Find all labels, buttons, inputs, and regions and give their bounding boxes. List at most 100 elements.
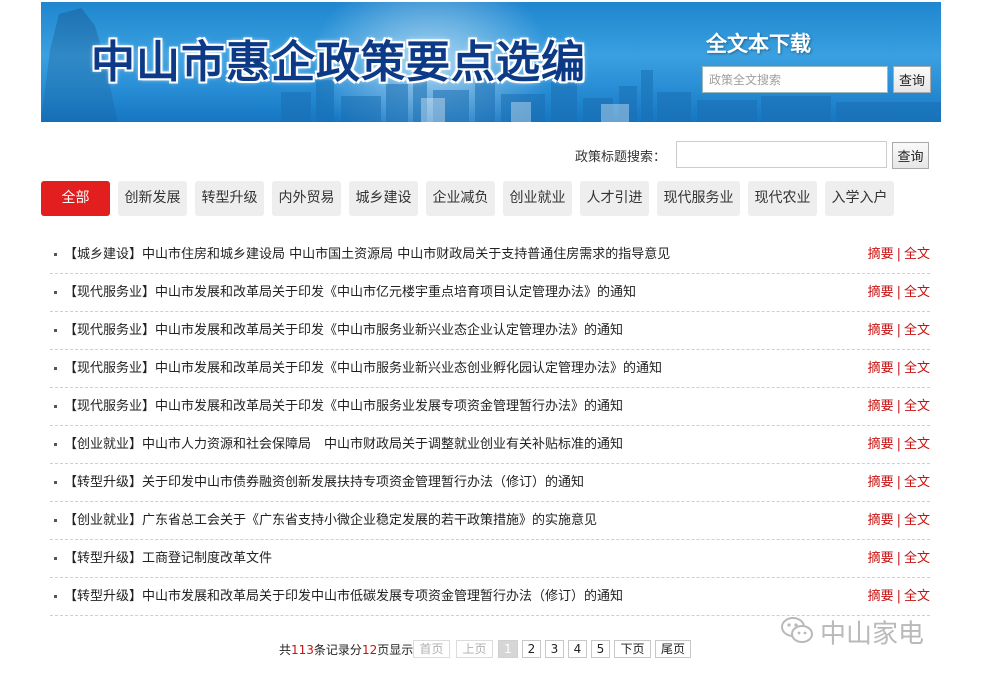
summary-link[interactable]: 摘要: [868, 247, 894, 262]
policy-title-link[interactable]: 【城乡建设】中山市住房和城乡建设局 中山市国土资源局 中山市财政局关于支持普通住…: [64, 236, 670, 274]
page-1-button[interactable]: 1: [498, 640, 518, 658]
list-item: 【转型升级】工商登记制度改革文件 摘要 | 全文: [50, 540, 930, 578]
link-separator: |: [896, 513, 901, 528]
fulltext-link[interactable]: 全文: [904, 399, 930, 414]
summary-link[interactable]: 摘要: [868, 399, 894, 414]
list-item: 【转型升级】中山市发展和改革局关于印发中山市低碳发展专项资金管理暂行办法（修订）…: [50, 578, 930, 616]
summary-link[interactable]: 摘要: [868, 361, 894, 376]
tab-all[interactable]: 全部: [41, 181, 110, 216]
full-text-download-link[interactable]: 全文本下载: [706, 28, 811, 58]
policy-title-link[interactable]: 【转型升级】中山市发展和改革局关于印发中山市低碳发展专项资金管理暂行办法（修订）…: [64, 578, 623, 616]
link-separator: |: [896, 437, 901, 452]
bullet-icon: [54, 557, 57, 560]
summary-link[interactable]: 摘要: [868, 589, 894, 604]
list-item: 【创业就业】中山市人力资源和社会保障局 中山市财政局关于调整就业创业有关补贴标准…: [50, 426, 930, 464]
link-separator: |: [896, 551, 901, 566]
item-links: 摘要 | 全文: [868, 502, 930, 540]
item-links: 摘要 | 全文: [868, 236, 930, 274]
policy-title-link[interactable]: 【转型升级】工商登记制度改革文件: [64, 540, 272, 578]
tab-modern-agriculture[interactable]: 现代农业: [748, 181, 817, 216]
link-separator: |: [896, 247, 901, 262]
summary-link[interactable]: 摘要: [868, 475, 894, 490]
bullet-icon: [54, 519, 57, 522]
fulltext-link[interactable]: 全文: [904, 361, 930, 376]
policy-title-link[interactable]: 【现代服务业】中山市发展和改革局关于印发《中山市服务业新兴业态企业认定管理办法》…: [64, 312, 623, 350]
link-separator: |: [896, 323, 901, 338]
item-links: 摘要 | 全文: [868, 350, 930, 388]
fulltext-link[interactable]: 全文: [904, 285, 930, 300]
first-page-button[interactable]: 首页: [413, 640, 450, 658]
page-2-button[interactable]: 2: [522, 640, 541, 658]
list-item: 【现代服务业】中山市发展和改革局关于印发《中山市亿元楼宇重点培育项目认定管理办法…: [50, 274, 930, 312]
bullet-icon: [54, 443, 57, 446]
page-5-button[interactable]: 5: [591, 640, 610, 658]
tab-burden-reduction[interactable]: 企业减负: [426, 181, 495, 216]
banner-title: 中山市惠企政策要点选编: [91, 37, 586, 88]
summary-link[interactable]: 摘要: [868, 513, 894, 528]
tab-urban-rural[interactable]: 城乡建设: [349, 181, 418, 216]
prev-page-button[interactable]: 上页: [456, 640, 493, 658]
bullet-icon: [54, 405, 57, 408]
policy-title-link[interactable]: 【创业就业】中山市人力资源和社会保障局 中山市财政局关于调整就业创业有关补贴标准…: [64, 426, 623, 464]
item-links: 摘要 | 全文: [868, 388, 930, 426]
fulltext-link[interactable]: 全文: [904, 513, 930, 528]
tab-trade[interactable]: 内外贸易: [272, 181, 341, 216]
summary-link[interactable]: 摘要: [868, 437, 894, 452]
bullet-icon: [54, 329, 57, 332]
list-item: 【转型升级】关于印发中山市债券融资创新发展扶持专项资金管理暂行办法（修订）的通知…: [50, 464, 930, 502]
fulltext-link[interactable]: 全文: [904, 247, 930, 262]
list-item: 【现代服务业】中山市发展和改革局关于印发《中山市服务业新兴业态企业认定管理办法》…: [50, 312, 930, 350]
link-separator: |: [896, 475, 901, 490]
title-search-button[interactable]: 查询: [892, 142, 929, 169]
bullet-icon: [54, 253, 57, 256]
list-item: 【城乡建设】中山市住房和城乡建设局 中山市国土资源局 中山市财政局关于支持普通住…: [50, 236, 930, 274]
list-item: 【创业就业】广东省总工会关于《广东省支持小微企业稳定发展的若干政策措施》的实施意…: [50, 502, 930, 540]
page-3-button[interactable]: 3: [545, 640, 564, 658]
link-separator: |: [896, 589, 901, 604]
tab-school-residency[interactable]: 入学入户: [825, 181, 894, 216]
tab-employment[interactable]: 创业就业: [503, 181, 572, 216]
record-count: 共113条记录分12页显示: [279, 643, 414, 657]
last-page-button[interactable]: 尾页: [655, 640, 691, 658]
wechat-icon: [780, 615, 814, 655]
title-search-input[interactable]: [676, 141, 887, 168]
fulltext-link[interactable]: 全文: [904, 589, 930, 604]
tab-modern-services[interactable]: 现代服务业: [657, 181, 740, 216]
summary-link[interactable]: 摘要: [868, 323, 894, 338]
next-page-button[interactable]: 下页: [614, 640, 651, 658]
summary-link[interactable]: 摘要: [868, 285, 894, 300]
tab-innovation[interactable]: 创新发展: [118, 181, 187, 216]
list-item: 【现代服务业】中山市发展和改革局关于印发《中山市服务业新兴业态创业孵化园认定管理…: [50, 350, 930, 388]
bullet-icon: [54, 481, 57, 484]
list-item: 【现代服务业】中山市发展和改革局关于印发《中山市服务业发展专项资金管理暂行办法》…: [50, 388, 930, 426]
bullet-icon: [54, 291, 57, 294]
policy-title-link[interactable]: 【创业就业】广东省总工会关于《广东省支持小微企业稳定发展的若干政策措施》的实施意…: [64, 502, 597, 540]
total-records: 113: [291, 643, 314, 657]
policy-title-link[interactable]: 【现代服务业】中山市发展和改革局关于印发《中山市服务业发展专项资金管理暂行办法》…: [64, 388, 623, 426]
item-links: 摘要 | 全文: [868, 464, 930, 502]
policy-title-link[interactable]: 【现代服务业】中山市发展和改革局关于印发《中山市服务业新兴业态创业孵化园认定管理…: [64, 350, 662, 388]
fulltext-link[interactable]: 全文: [904, 475, 930, 490]
policy-title-link[interactable]: 【转型升级】关于印发中山市债券融资创新发展扶持专项资金管理暂行办法（修订）的通知: [64, 464, 584, 502]
fulltext-link[interactable]: 全文: [904, 437, 930, 452]
full-text-search-button[interactable]: 查询: [893, 66, 931, 93]
header-banner: 中山市惠企政策要点选编 全文本下载 查询: [41, 2, 941, 122]
tab-transformation[interactable]: 转型升级: [195, 181, 264, 216]
policy-title-link[interactable]: 【现代服务业】中山市发展和改革局关于印发《中山市亿元楼宇重点培育项目认定管理办法…: [64, 274, 636, 312]
link-separator: |: [896, 399, 901, 414]
fulltext-link[interactable]: 全文: [904, 551, 930, 566]
summary-link[interactable]: 摘要: [868, 551, 894, 566]
title-search-label: 政策标题搜索：: [575, 150, 667, 165]
link-separator: |: [896, 285, 901, 300]
bullet-icon: [54, 367, 57, 370]
item-links: 摘要 | 全文: [868, 540, 930, 578]
full-text-search-input[interactable]: [702, 66, 888, 93]
watermark: 中山家电: [780, 615, 924, 651]
watermark-text: 中山家电: [820, 619, 925, 650]
total-pages: 12: [361, 643, 378, 657]
item-links: 摘要 | 全文: [868, 426, 930, 464]
fulltext-link[interactable]: 全文: [904, 323, 930, 338]
page-4-button[interactable]: 4: [568, 640, 587, 658]
bullet-icon: [54, 595, 57, 598]
tab-talent[interactable]: 人才引进: [580, 181, 649, 216]
